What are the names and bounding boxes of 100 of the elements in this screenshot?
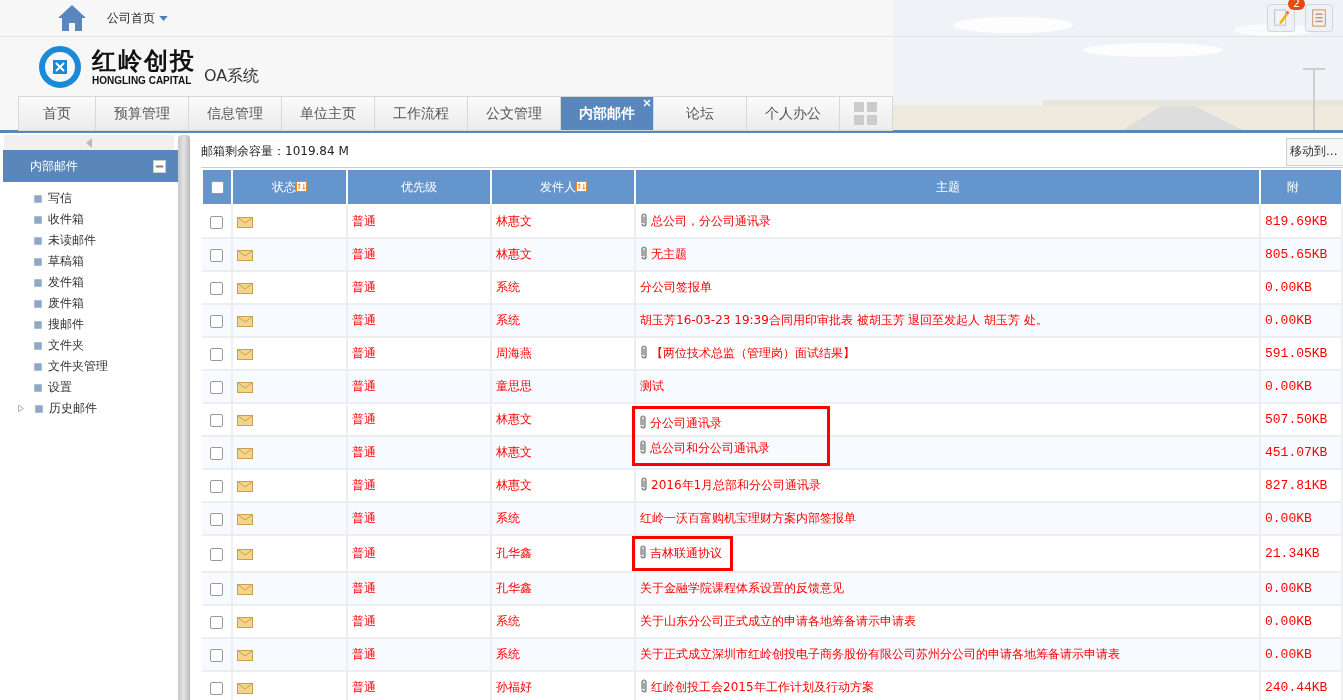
- nav-tab[interactable]: 个人办公: [746, 96, 839, 131]
- row-checkbox[interactable]: [210, 582, 223, 596]
- sidebar-item[interactable]: 文件夹管理: [48, 358, 108, 375]
- notes-button[interactable]: [1267, 4, 1295, 32]
- row-checkbox[interactable]: [210, 347, 223, 361]
- clipboard-icon: [1310, 8, 1328, 28]
- nav-tab[interactable]: 首页: [18, 96, 95, 131]
- apps-button[interactable]: [839, 96, 893, 131]
- sidebar-item[interactable]: 发件箱: [48, 274, 84, 291]
- nav-tab[interactable]: 单位主页: [281, 96, 374, 131]
- envelope-icon[interactable]: [237, 682, 253, 694]
- nav-tab[interactable]: 预算管理: [95, 96, 188, 131]
- sidebar-item[interactable]: 设置: [48, 379, 72, 396]
- row-checkbox[interactable]: [210, 215, 223, 229]
- envelope-icon[interactable]: [237, 480, 253, 492]
- envelope-icon[interactable]: [237, 348, 253, 360]
- envelope-icon[interactable]: [237, 414, 253, 426]
- subject-link[interactable]: 2016年1月总部和分公司通讯录: [651, 478, 822, 492]
- priority-cell: 普通: [352, 680, 376, 694]
- nav-tab[interactable]: 工作流程: [374, 96, 467, 131]
- row-checkbox[interactable]: [210, 446, 223, 460]
- collapse-icon[interactable]: [153, 159, 166, 173]
- subject-link[interactable]: 分公司签报单: [640, 280, 712, 294]
- priority-cell: 普通: [352, 581, 376, 595]
- size-cell: 507.50KB: [1265, 412, 1328, 427]
- subject-link[interactable]: 关于山东分公司正式成立的申请各地筹备请示申请表: [640, 614, 916, 628]
- size-cell: 0.00KB: [1265, 581, 1312, 596]
- row-checkbox[interactable]: [210, 479, 223, 493]
- priority-cell: 普通: [352, 379, 376, 393]
- sidebar-item[interactable]: 文件夹: [48, 337, 84, 354]
- sender-cell: 林惠文: [496, 412, 532, 426]
- system-name: OA系统: [204, 66, 260, 87]
- sender-cell: 林惠文: [496, 445, 532, 459]
- envelope-icon[interactable]: [237, 282, 253, 294]
- brand-name: 红岭创投: [92, 47, 196, 75]
- subject-link[interactable]: 吉林联通协议: [650, 546, 722, 560]
- sidebar-item[interactable]: 历史邮件: [49, 400, 97, 417]
- envelope-icon[interactable]: [237, 548, 253, 560]
- subject-link[interactable]: 红岭创投工会2015年工作计划及行动方案: [651, 680, 874, 694]
- close-icon[interactable]: [643, 99, 651, 107]
- subject-link[interactable]: 总公司和分公司通讯录: [650, 441, 770, 455]
- envelope-icon[interactable]: [237, 583, 253, 595]
- clipboard-button[interactable]: [1305, 4, 1333, 32]
- home-icon[interactable]: [57, 4, 87, 32]
- size-cell: 21.34KB: [1265, 546, 1320, 561]
- sort-icon[interactable]: [575, 180, 587, 192]
- subject-link[interactable]: 无主题: [651, 247, 687, 261]
- size-cell: 819.69KB: [1265, 214, 1328, 229]
- select-all-checkbox[interactable]: [210, 181, 224, 194]
- priority-cell: 普通: [352, 346, 376, 360]
- subject-link[interactable]: 【两位技术总监（管理岗）面试结果】: [651, 346, 855, 360]
- row-checkbox[interactable]: [210, 248, 223, 262]
- envelope-icon[interactable]: [237, 381, 253, 393]
- row-checkbox[interactable]: [210, 648, 223, 662]
- subject-link[interactable]: 红岭一沃百富购机宝理财方案内部签报单: [640, 511, 856, 525]
- row-checkbox[interactable]: [210, 615, 223, 629]
- sort-icon[interactable]: [296, 180, 307, 192]
- logo-icon: [38, 44, 82, 89]
- subject-link[interactable]: 测试: [640, 379, 664, 393]
- envelope-icon[interactable]: [237, 616, 253, 628]
- sender-cell: 林惠文: [496, 478, 532, 492]
- nav-tab[interactable]: 论坛: [653, 96, 746, 131]
- sender-cell: 系统: [496, 647, 520, 661]
- priority-cell: 普通: [352, 412, 376, 426]
- priority-cell: 普通: [352, 647, 376, 661]
- sidebar-item[interactable]: 未读邮件: [48, 232, 96, 249]
- splitter[interactable]: [178, 135, 190, 700]
- sidebar-item[interactable]: 收件箱: [48, 211, 84, 228]
- envelope-icon[interactable]: [237, 649, 253, 661]
- priority-cell: 普通: [352, 280, 376, 294]
- row-checkbox[interactable]: [210, 413, 223, 427]
- envelope-icon[interactable]: [237, 216, 253, 228]
- sender-cell: 童思思: [496, 379, 532, 393]
- sender-cell: 林惠文: [496, 247, 532, 261]
- envelope-icon[interactable]: [237, 513, 253, 525]
- priority-cell: 普通: [352, 445, 376, 459]
- nav-tab[interactable]: 内部邮件: [560, 96, 653, 131]
- sender-cell: 系统: [496, 614, 520, 628]
- nav-tab[interactable]: 公文管理: [467, 96, 560, 131]
- envelope-icon[interactable]: [237, 315, 253, 327]
- row-checkbox[interactable]: [210, 547, 223, 561]
- subject-link[interactable]: 关于金融学院课程体系设置的反馈意见: [640, 581, 844, 595]
- subject-link[interactable]: 总公司，分公司通讯录: [651, 214, 771, 228]
- row-checkbox[interactable]: [210, 314, 223, 328]
- row-checkbox[interactable]: [210, 281, 223, 295]
- home-menu[interactable]: 公司首页: [107, 9, 168, 27]
- row-checkbox[interactable]: [210, 380, 223, 394]
- move-to-dropdown[interactable]: 移动到...: [1286, 137, 1343, 166]
- sidebar-item[interactable]: 草稿箱: [48, 253, 84, 270]
- sidebar-item[interactable]: 搜邮件: [48, 316, 84, 333]
- size-cell: 827.81KB: [1265, 478, 1328, 493]
- sidebar-item[interactable]: 写信: [48, 190, 72, 207]
- row-checkbox[interactable]: [210, 512, 223, 526]
- expand-arrow-icon[interactable]: [17, 404, 25, 413]
- sidebar-item[interactable]: 废件箱: [48, 295, 84, 312]
- envelope-icon[interactable]: [237, 447, 253, 459]
- envelope-icon[interactable]: [237, 249, 253, 261]
- nav-tab[interactable]: 信息管理: [188, 96, 281, 131]
- subject-link[interactable]: 分公司通讯录: [650, 416, 722, 430]
- row-checkbox[interactable]: [210, 681, 223, 695]
